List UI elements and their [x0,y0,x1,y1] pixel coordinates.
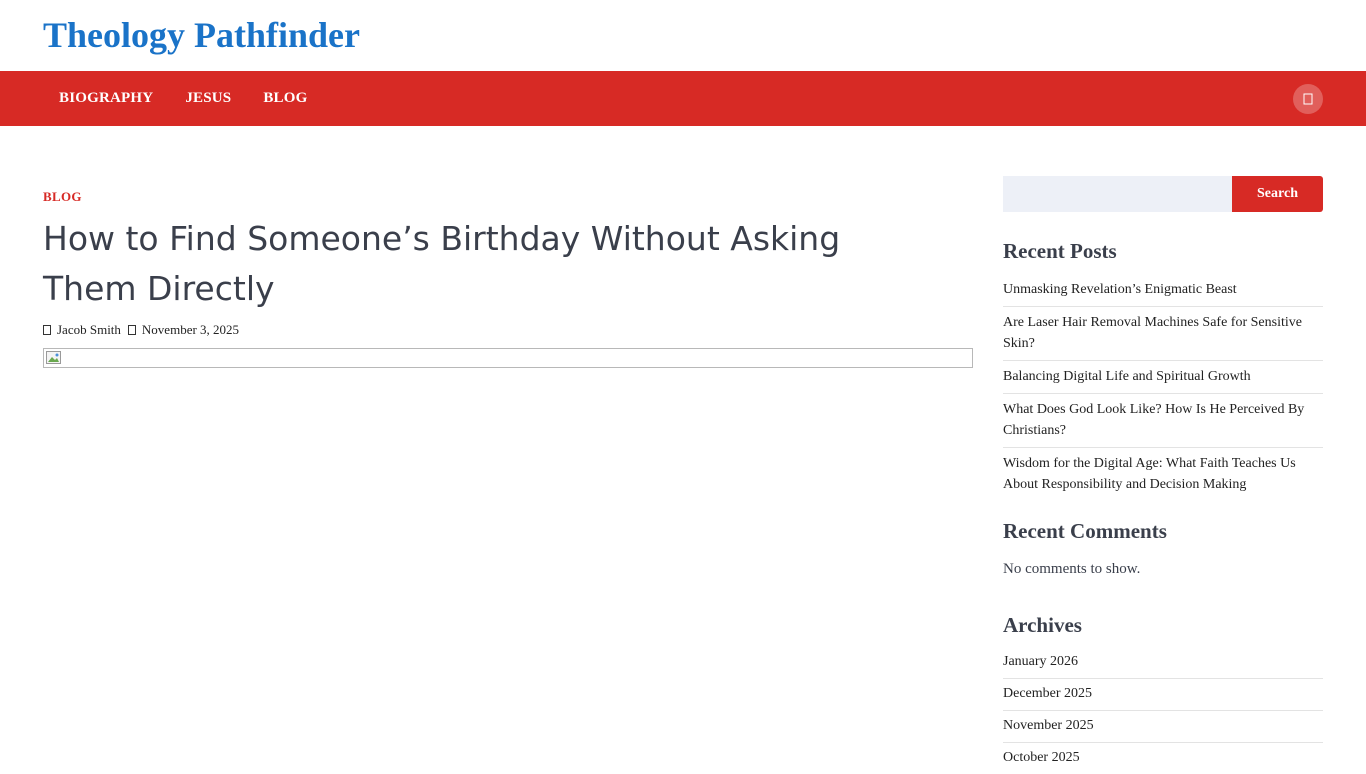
nav-item-blog[interactable]: BLOG [247,90,323,107]
archive-link[interactable]: January 2026 [1003,647,1323,679]
recent-posts-list: Unmasking Revelation’s Enigmatic Beast A… [1003,274,1323,501]
archives-title: Archives [1003,613,1082,637]
post-date-text[interactable]: November 3, 2025 [142,322,239,338]
no-comments-text: No comments to show. [1003,561,1141,577]
calendar-icon [127,325,136,335]
archive-link[interactable]: December 2025 [1003,679,1323,711]
user-icon [43,325,51,335]
nav-menu: BIOGRAPHY JESUS BLOG [43,71,324,126]
search-icon [1303,93,1313,105]
recent-post-link[interactable]: What Does God Look Like? How Is He Perce… [1003,394,1323,448]
post-meta: Jacob Smith November 3, 2025 [43,322,246,338]
recent-comments-title: Recent Comments [1003,519,1167,543]
site-title[interactable]: Theology Pathfinder [43,14,360,56]
archive-link[interactable]: October 2025 [1003,743,1323,774]
search-form: Search [1003,176,1323,212]
post-category-link[interactable]: BLOG [43,189,82,205]
nav-item-jesus[interactable]: JESUS [169,90,247,107]
nav-item-biography[interactable]: BIOGRAPHY [43,90,169,107]
main-navigation: BIOGRAPHY JESUS BLOG [0,71,1366,126]
post-author-name[interactable]: Jacob Smith [57,322,121,338]
recent-posts-title: Recent Posts [1003,239,1117,263]
nav-search-button[interactable] [1293,84,1323,114]
archives-list: January 2026 December 2025 November 2025… [1003,647,1323,774]
archive-link[interactable]: November 2025 [1003,711,1323,743]
recent-post-link[interactable]: Are Laser Hair Removal Machines Safe for… [1003,307,1323,361]
post-date[interactable]: November 3, 2025 [127,322,239,338]
recent-posts-widget: Recent Posts Unmasking Revelation’s Enig… [1003,239,1323,501]
search-input[interactable] [1003,176,1232,212]
site-header: Theology Pathfinder [0,0,1366,71]
post-author[interactable]: Jacob Smith [43,322,121,338]
featured-image [43,348,973,368]
recent-comments-widget: Recent Comments No comments to show. [1003,519,1323,578]
recent-post-link[interactable]: Balancing Digital Life and Spiritual Gro… [1003,361,1323,394]
recent-post-link[interactable]: Wisdom for the Digital Age: What Faith T… [1003,448,1323,501]
post-title: How to Find Someone’s Birthday Without A… [43,219,841,308]
broken-image-icon [46,351,61,364]
recent-post-link[interactable]: Unmasking Revelation’s Enigmatic Beast [1003,274,1323,307]
search-button[interactable]: Search [1232,176,1323,212]
archives-widget: Archives January 2026 December 2025 Nove… [1003,613,1323,774]
sidebar: Search Recent Posts Unmasking Revelation… [1003,176,1323,765]
